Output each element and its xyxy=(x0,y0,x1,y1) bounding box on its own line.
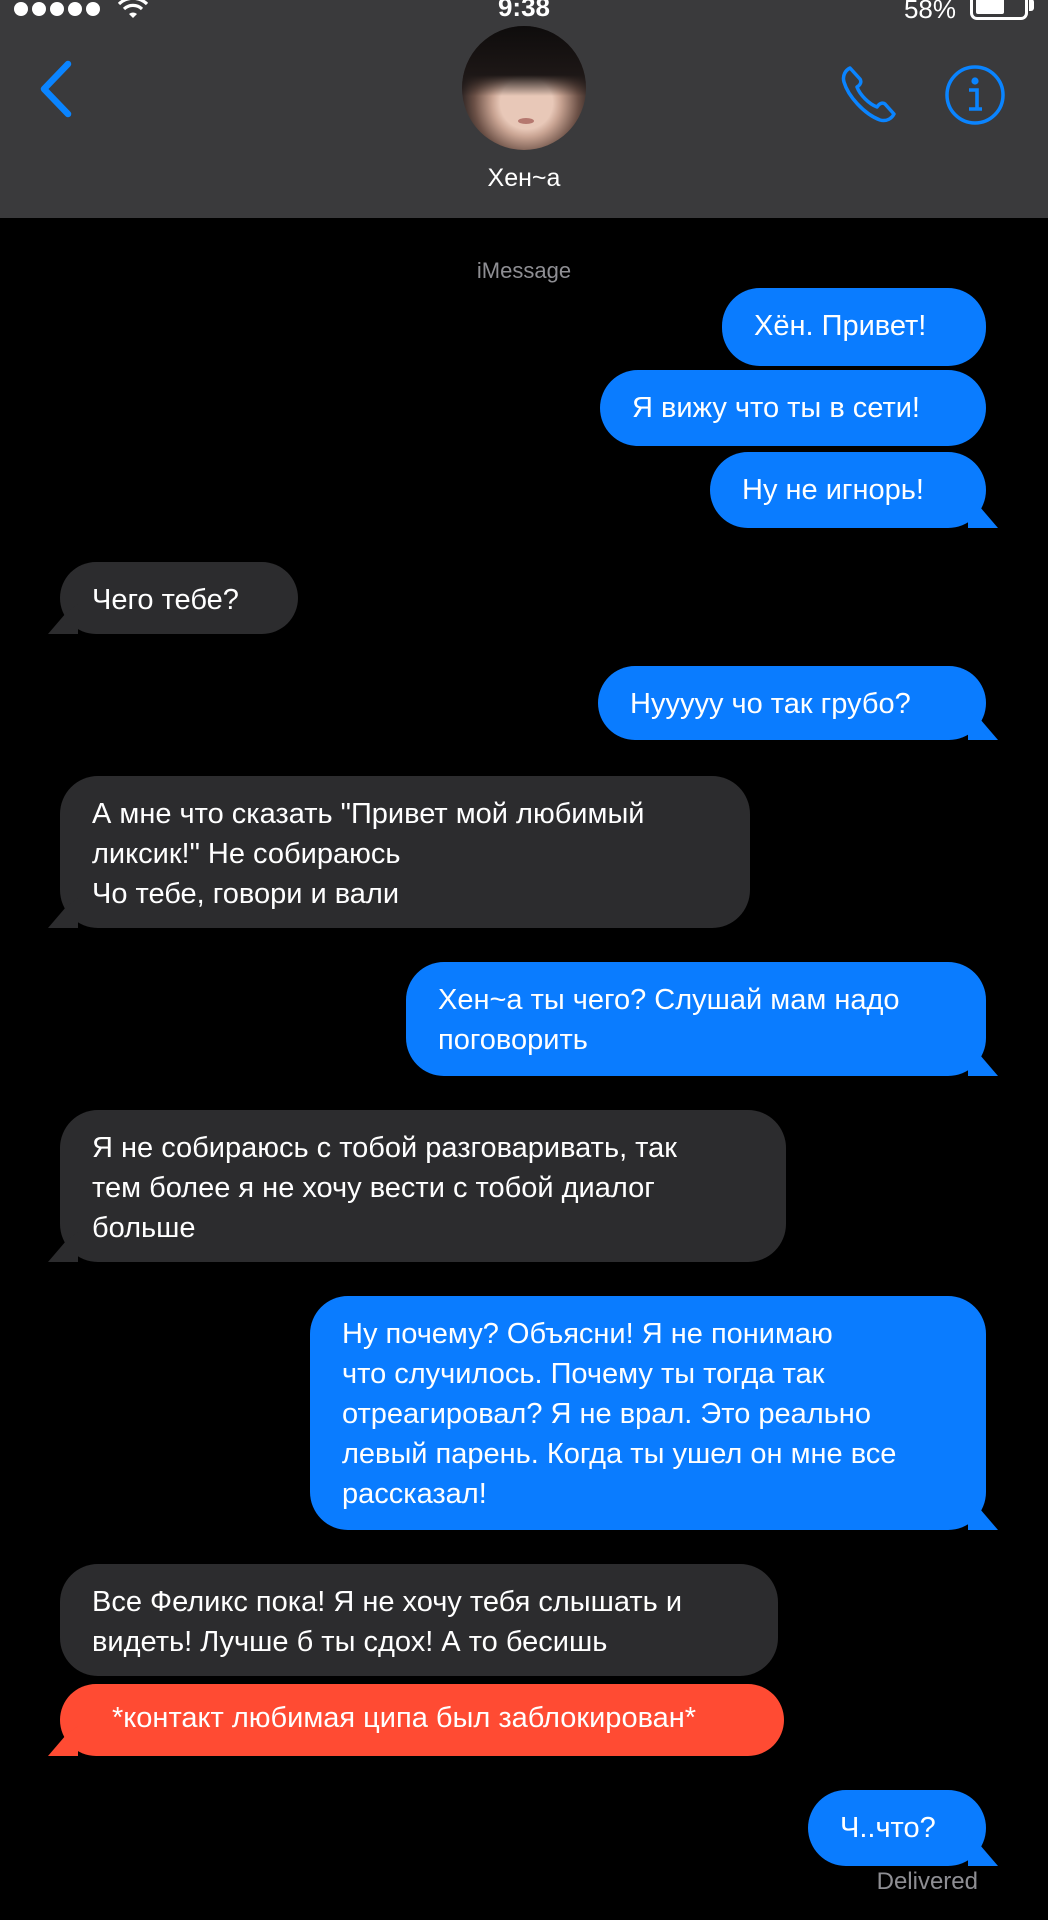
info-icon[interactable] xyxy=(944,64,1006,126)
message-bubble-incoming[interactable]: Все Феликс пока! Я не хочу тебя слышать … xyxy=(60,1564,778,1676)
status-time: 9:38 xyxy=(497,0,551,22)
message-bubble-outgoing[interactable]: Нууууу чо так грубо? xyxy=(598,666,986,740)
service-label: iMessage xyxy=(476,258,572,283)
message-bubble-outgoing[interactable]: Я вижу что ты в сети! xyxy=(600,370,986,446)
message-bubble-outgoing[interactable]: Ну почему? Объясни! Я не понимаю что слу… xyxy=(310,1296,986,1530)
back-chevron-icon[interactable] xyxy=(36,60,76,118)
system-message-blocked: *контакт любимая ципа был заблокирован* xyxy=(60,1684,784,1756)
delivery-status: Delivered xyxy=(876,1868,978,1895)
conversation-header: 9:38 58% Хен~а xyxy=(0,0,1048,218)
message-bubble-outgoing[interactable]: Ну не игнорь! xyxy=(710,452,986,528)
contact-avatar[interactable] xyxy=(462,26,586,150)
status-bar: 9:38 58% xyxy=(0,0,1048,24)
battery-percent: 58% xyxy=(903,0,956,24)
battery-icon xyxy=(970,0,1034,20)
message-bubble-outgoing[interactable]: Ч..что? xyxy=(808,1790,986,1866)
contact-name[interactable]: Хен~а xyxy=(0,164,1048,193)
message-bubble-incoming[interactable]: Чего тебе? xyxy=(60,562,298,634)
phone-icon[interactable] xyxy=(836,62,902,128)
message-bubble-outgoing[interactable]: Хен~а ты чего? Слушай мам надо поговорит… xyxy=(406,962,986,1076)
message-bubble-outgoing[interactable]: Хён. Привет! xyxy=(722,288,986,366)
message-bubble-incoming[interactable]: Я не собираюсь с тобой разговаривать, та… xyxy=(60,1110,786,1262)
message-bubble-incoming[interactable]: А мне что сказать "Привет мой любимый ли… xyxy=(60,776,750,928)
